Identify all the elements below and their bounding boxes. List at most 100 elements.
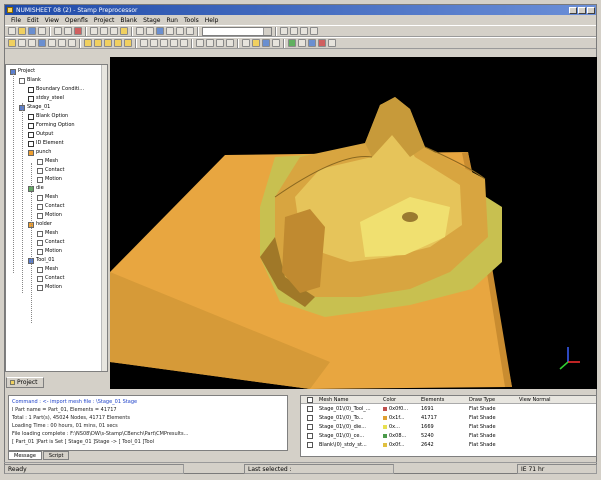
hidden-line-icon[interactable] [28,39,36,47]
node-select-icon[interactable] [308,39,316,47]
mesh-e-icon[interactable] [124,39,132,47]
column-header[interactable]: Draw Type [469,396,495,404]
visibility-checkbox[interactable] [307,415,313,421]
visibility-checkbox[interactable] [307,406,313,412]
tab-script[interactable]: Script [42,451,70,460]
rotate-icon[interactable] [156,27,164,35]
tree-item[interactable]: Output [28,131,53,138]
column-header[interactable]: View Normal [519,396,551,404]
wireframe-icon[interactable] [18,39,26,47]
close-button[interactable] [587,6,595,14]
color-swatch[interactable] [383,443,387,447]
table-row[interactable]: Stage_01\(0)_To... 0x1f... 41717 Flat Shade [301,414,596,423]
section-icon[interactable] [206,39,214,47]
grid-e-icon[interactable] [180,39,188,47]
tree-item[interactable]: Mesh [37,230,58,237]
help-icon[interactable] [120,27,128,35]
tree-item[interactable]: Stage_01 [19,104,50,111]
column-header[interactable]: Color [383,396,396,404]
color-swatch[interactable] [383,407,387,411]
save-icon[interactable] [28,27,36,35]
tree-item[interactable]: ID Element [28,140,64,147]
info-icon[interactable] [328,39,336,47]
remove-icon[interactable] [318,39,326,47]
visibility-checkbox[interactable] [307,424,313,430]
tree-item[interactable]: Motion [37,212,62,219]
delete-icon[interactable] [74,27,82,35]
menu-project[interactable]: Project [94,17,115,24]
tree-item[interactable]: Contact [37,203,64,210]
transform-icon[interactable] [242,39,250,47]
tree-item[interactable]: Mesh [37,158,58,165]
tree-scrollbar[interactable] [101,65,107,371]
view-back-icon[interactable] [48,39,56,47]
grid-d-icon[interactable] [170,39,178,47]
measure-icon[interactable] [196,39,204,47]
view-select[interactable] [202,26,272,36]
table-row[interactable]: Stage_01\(0)_die... 0x... 1669 Flat Shade [301,423,596,432]
mesh-c-icon[interactable] [104,39,112,47]
tree-item[interactable]: Motion [37,176,62,183]
tab-message[interactable]: Message [8,451,42,460]
undo-icon[interactable] [136,27,144,35]
project-tree[interactable]: Project Blank Boundary Conditi... stdsy_ste… [5,64,108,372]
view-iso-icon[interactable] [68,39,76,47]
offset-icon[interactable] [252,39,260,47]
menu-view[interactable]: View [45,17,59,24]
grid-c-icon[interactable] [160,39,168,47]
mesh-a-icon[interactable] [84,39,92,47]
tree-item[interactable]: stdsy_steel [28,95,64,102]
minimize-button[interactable] [569,6,577,14]
view-front-icon[interactable] [38,39,46,47]
node-icon[interactable] [290,27,298,35]
element-icon[interactable] [300,27,308,35]
color-swatch[interactable] [383,416,387,420]
menu-stage[interactable]: Stage [143,17,160,24]
view-top-icon[interactable] [58,39,66,47]
tree-item[interactable]: Blank [19,77,41,84]
menu-help[interactable]: Help [205,17,219,24]
table-icon[interactable] [216,39,224,47]
mirror-icon[interactable] [272,39,280,47]
edge-icon[interactable] [310,27,318,35]
shade-icon[interactable] [8,39,16,47]
message-window[interactable]: Command : <- import mesh file : \Stage_0… [8,395,288,451]
maximize-button[interactable] [578,6,586,14]
table-row[interactable]: Stage_01\(0)_ce... 0x08... 5240 Flat Shade [301,432,596,441]
menu-file[interactable]: File [11,17,21,24]
select-all-checkbox[interactable] [307,397,313,403]
tree-item[interactable]: Contact [37,167,64,174]
table-row[interactable]: Stage_01\(0)_Tool_... 0x0f0... 1691 Flat Sh… [301,405,596,414]
menu-blank[interactable]: Blank [120,17,137,24]
cut-icon[interactable] [90,27,98,35]
list-icon[interactable] [226,39,234,47]
tree-item[interactable]: Blank Option [28,113,68,120]
tree-item[interactable]: Contact [37,239,64,246]
import-icon[interactable] [54,27,62,35]
pick-icon[interactable] [280,27,288,35]
3d-viewport[interactable] [110,57,597,389]
axis-icon[interactable] [298,39,306,47]
grid-b-icon[interactable] [150,39,158,47]
visibility-checkbox[interactable] [307,433,313,439]
align-icon[interactable] [262,39,270,47]
print-icon[interactable] [38,27,46,35]
tree-item[interactable]: Contact [37,275,64,282]
project-tab[interactable]: Project [6,377,44,388]
menu-edit[interactable]: Edit [27,17,39,24]
check-icon[interactable] [288,39,296,47]
tree-item[interactable]: Motion [37,248,62,255]
fit-icon[interactable] [186,27,194,35]
column-header[interactable]: Elements [421,396,444,404]
open-folder-icon[interactable] [18,27,26,35]
color-swatch[interactable] [383,425,387,429]
mesh-b-icon[interactable] [94,39,102,47]
color-swatch[interactable] [383,434,387,438]
export-icon[interactable] [64,27,72,35]
mesh-d-icon[interactable] [114,39,122,47]
tree-item[interactable]: Motion [37,284,62,291]
tree-item[interactable]: Mesh [37,194,58,201]
copy-icon[interactable] [100,27,108,35]
tree-item[interactable]: Mesh [37,266,58,273]
redo-icon[interactable] [146,27,154,35]
